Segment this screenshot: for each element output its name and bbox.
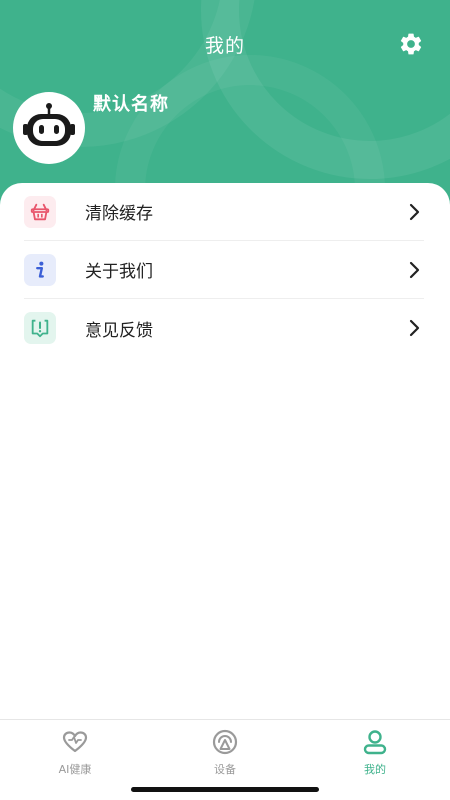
menu-item-clear-cache[interactable]: 清除缓存 (24, 183, 424, 241)
home-indicator (131, 787, 319, 792)
page-title: 我的 (204, 35, 245, 57)
tab-ai-health[interactable]: AI健康 (0, 728, 150, 788)
menu-item-label: 意见反馈 (85, 320, 153, 341)
device-icon (212, 729, 238, 755)
menu-item-label: 关于我们 (85, 262, 153, 282)
person-icon (363, 730, 387, 755)
tab-label: 我的 (364, 763, 386, 776)
settings-card: 清除缓存 关于我们 意见反馈 (0, 183, 450, 720)
robot-icon (23, 103, 75, 146)
chevron-right-icon (409, 261, 420, 278)
tab-label: AI健康 (58, 763, 92, 776)
chevron-right-icon (409, 203, 420, 220)
info-icon (24, 253, 56, 286)
avatar[interactable] (13, 92, 85, 164)
settings-button[interactable] (398, 31, 424, 57)
menu-item-label: 清除缓存 (85, 204, 153, 224)
chevron-right-icon (409, 319, 420, 337)
user-name: 默认名称 (93, 94, 169, 115)
tab-label: 设备 (214, 763, 236, 776)
gear-icon (400, 33, 422, 55)
basket-icon (24, 195, 56, 228)
menu-item-about-us[interactable]: 关于我们 (24, 241, 424, 299)
tab-mine[interactable]: 我的 (300, 728, 450, 788)
heart-icon (62, 731, 88, 753)
feedback-icon (24, 312, 56, 344)
menu-item-feedback[interactable]: 意见反馈 (24, 299, 424, 357)
tab-device[interactable]: 设备 (150, 728, 300, 788)
